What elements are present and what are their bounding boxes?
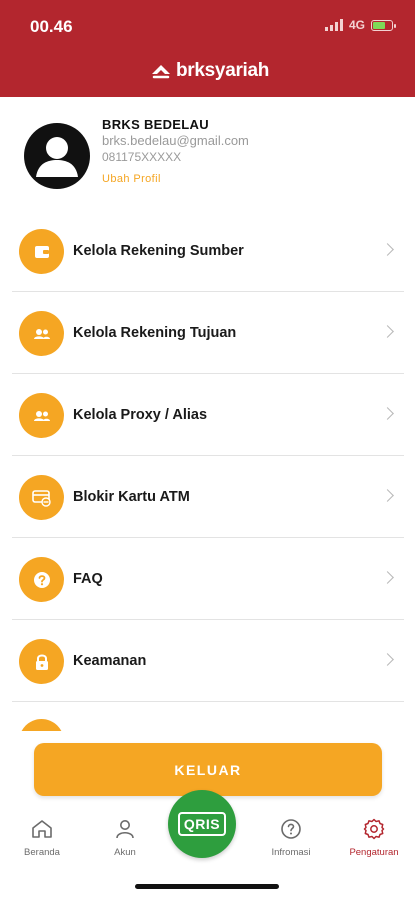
menu-item-kelola-rekening-tujuan[interactable]: Kelola Rekening Tujuan (12, 292, 404, 374)
menu-item-label: Kelola Proxy / Alias (73, 407, 208, 423)
nav-label: Akun (114, 847, 136, 858)
menu-item-label: FAQ (73, 571, 103, 587)
qris-button[interactable]: QRIS (168, 790, 236, 858)
profile-name: BRKS BEDELAU (102, 117, 209, 132)
home-icon (32, 820, 52, 838)
chevron-right-icon (381, 489, 394, 502)
menu-item-label: Keamanan (73, 653, 147, 669)
network-label: 4G (348, 18, 365, 32)
signal-icon (324, 19, 343, 31)
menu-item-keamanan[interactable]: Keamanan (12, 620, 404, 702)
avatar-user-icon (36, 137, 78, 177)
nav-label: Pengaturan (349, 847, 399, 858)
nav-item-beranda[interactable]: Beranda (7, 817, 77, 858)
nav-item-pengaturan[interactable]: Pengaturan (339, 817, 409, 858)
chevron-right-icon (381, 571, 394, 584)
logout-button[interactable]: KELUAR (34, 743, 382, 796)
menu-item-kelola-rekening-sumber[interactable]: Kelola Rekening Sumber (12, 210, 404, 292)
status-indicators: 4G (324, 18, 396, 32)
menu-item-faq[interactable]: FAQ (12, 538, 404, 620)
chevron-right-icon (381, 653, 394, 666)
user-icon (116, 820, 134, 839)
menu-item-blokir-kartu-atm[interactable]: Blokir Kartu ATM (12, 456, 404, 538)
avatar[interactable] (24, 123, 90, 189)
menu-item-label: Kelola Rekening Tujuan (73, 325, 237, 341)
question-icon (19, 557, 64, 602)
settings-icon (363, 818, 385, 840)
menu-item-partial[interactable] (19, 719, 64, 731)
menu-item-label: Kelola Rekening Sumber (73, 243, 244, 259)
brand-logo: brksyariah (150, 60, 269, 82)
nav-label: Beranda (24, 847, 60, 858)
menu-item-kelola-proxy-alias[interactable]: Kelola Proxy / Alias (12, 374, 404, 456)
menu-item-label: Blokir Kartu ATM (73, 489, 190, 505)
lock-icon (19, 639, 64, 684)
nav-item-akun[interactable]: Akun (90, 817, 160, 858)
wallet-icon (19, 229, 64, 274)
brand-mark-icon (152, 65, 170, 79)
help-circle-icon (281, 819, 301, 839)
chevron-right-icon (381, 243, 394, 256)
nav-item-infromasi[interactable]: Infromasi (256, 817, 326, 858)
nav-label: Infromasi (271, 847, 311, 858)
chevron-right-icon (381, 407, 394, 420)
profile-email: brks.bedelau@gmail.com (102, 133, 249, 148)
edit-profile-link[interactable]: Ubah Profil (102, 173, 161, 185)
profile-phone: 081175XXXXX (102, 150, 182, 164)
users-icon (19, 311, 64, 356)
home-indicator[interactable] (135, 884, 279, 889)
card-block-icon (19, 475, 64, 520)
users-icon (19, 393, 64, 438)
battery-charging-icon (371, 19, 396, 31)
app-header: 00.46 4G brksyariah (0, 0, 415, 97)
chevron-right-icon (381, 325, 394, 338)
brand-name: brksyariah (176, 60, 270, 81)
qris-label: QRIS (177, 812, 227, 836)
status-time: 00.46 (30, 17, 73, 36)
